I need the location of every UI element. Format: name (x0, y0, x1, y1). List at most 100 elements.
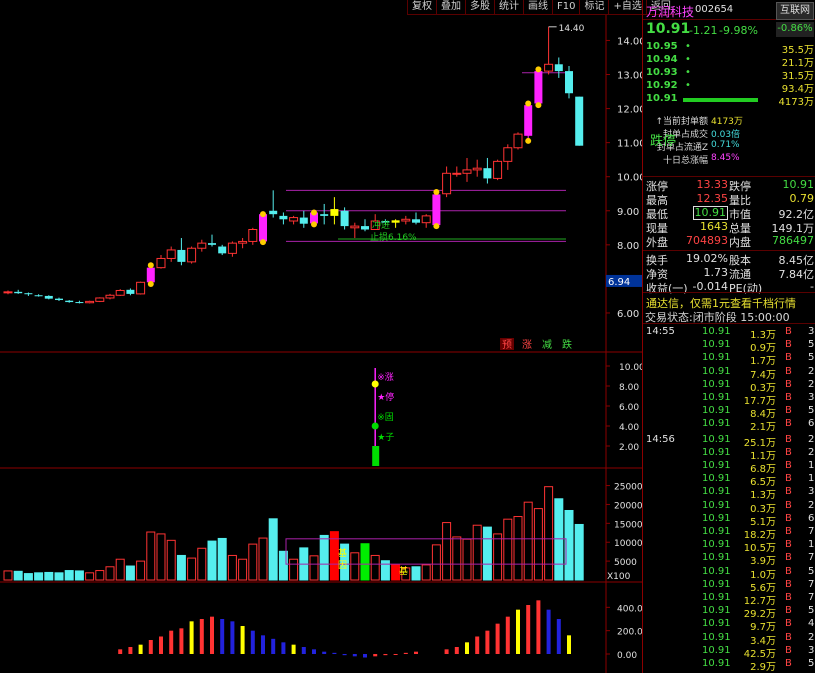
toolbar-item-7[interactable]: +自选 (608, 0, 645, 14)
toolbar-item-4[interactable]: 画线 (523, 0, 552, 14)
macd-bar (516, 609, 520, 654)
toolbar-item-6[interactable]: 标记 (579, 0, 608, 14)
entry-annotation: 冲进 (372, 219, 390, 231)
candle-body (208, 243, 216, 245)
tick-row[interactable]: 10.91 0.9万 B 5 (643, 339, 815, 354)
volume-bar (268, 518, 278, 581)
tick-row[interactable]: 10.91 3.9万 B 7 (643, 552, 815, 567)
tick-count: 3 (808, 486, 815, 498)
last-price: 10.91 (646, 21, 691, 37)
candle-body (34, 295, 43, 297)
tick-row[interactable]: 14:55 10.91 1.3万 B 3 (643, 326, 815, 341)
stop-loss-annotation: 止损6.16% (370, 231, 417, 243)
volume-bar (309, 555, 319, 581)
tick-count: 6 (808, 418, 815, 430)
candle-body (442, 172, 452, 195)
divider (643, 250, 815, 251)
quote-value: 10.91 (782, 178, 815, 191)
tick-row[interactable]: 10.91 1.3万 B 3 (643, 486, 815, 501)
candle-body (472, 167, 482, 171)
quote-value: 704893 (686, 234, 728, 247)
volume-bar (95, 570, 105, 581)
tick-row[interactable]: 10.91 1.0万 B 5 (643, 566, 815, 581)
tick-price: 10.91 (702, 446, 731, 458)
macd-bar (526, 605, 531, 654)
tick-row[interactable]: 10.91 7.4万 B 2 (643, 366, 815, 381)
macd-bar (495, 623, 500, 654)
price-change: -1.21 (689, 24, 718, 37)
tick-count: 4 (808, 618, 815, 630)
kline-svg[interactable]: 14.0013.0012.0011.0010.009.008.007.006.0… (0, 0, 642, 673)
tick-row[interactable]: 10.91 1.7万 B 5 (643, 352, 815, 367)
order-book-price: 10.95 (646, 41, 678, 52)
quote-value: 1643 (700, 220, 728, 233)
volume-bar (513, 516, 523, 581)
tick-row[interactable]: 10.91 5.1万 B 6 (643, 513, 815, 528)
indicator-label: ★停 (377, 391, 394, 403)
tick-row[interactable]: 10.91 2.1万 B 6 (643, 418, 815, 433)
macd-bar (546, 609, 551, 654)
toolbar-item-1[interactable]: 叠加 (436, 0, 465, 14)
tick-row[interactable]: 10.916.8万B12 (643, 460, 815, 475)
tick-row[interactable]: 10.91 8.4万 B 5 (643, 405, 815, 420)
tick-row[interactable]: 10.91 9.7万 B 4 (643, 618, 815, 633)
macd-bar (332, 652, 337, 654)
volume-unit: X100 (607, 572, 631, 582)
indicator-axis-label: 8.00 (619, 383, 639, 393)
tick-row[interactable]: 10.91 29.2万 B 5 (643, 605, 815, 620)
volume-bar (64, 570, 74, 581)
tick-row[interactable]: 10.91 5.6万 B 7 (643, 579, 815, 594)
toolbar-item-3[interactable]: 统计 (494, 0, 523, 14)
tick-row[interactable]: 10.91 12.7万 B 7 (643, 592, 815, 607)
tick-row[interactable]: 10.91 18.2万 B 7 (643, 526, 815, 541)
macd-bar (342, 654, 347, 656)
tick-row[interactable]: 10.91 2.9万 B 5 (643, 658, 815, 673)
tick-price: 10.91 (702, 405, 731, 417)
candle-body (299, 217, 308, 224)
tick-row[interactable]: 10.91 6.5万 B 1 (643, 473, 815, 488)
macd-bar (138, 644, 143, 654)
volume-bar (360, 543, 370, 581)
tick-row[interactable]: 10.91 0.3万 B 2 (643, 500, 815, 515)
kline-chart[interactable]: 14.0013.0012.0011.0010.009.008.007.006.0… (0, 0, 675, 673)
tick-row[interactable]: 10.91 1.1万 B 2 (643, 446, 815, 462)
tick-row[interactable]: 10.91 42.5万 B 3 (643, 645, 815, 660)
toolbar: 复权 叠加 多股 统计 画线 F10 标记 +自选 返回 (407, 0, 675, 15)
price-row: 10.91 -1.21 -9.98% -0.86% (643, 20, 815, 40)
toolbar-item-2[interactable]: 多股 (465, 0, 494, 14)
macd-axis-label: 400.0 (617, 604, 642, 614)
hulian-button[interactable]: 互联网 (776, 2, 814, 20)
quote-value: 1.73 (703, 266, 729, 279)
seal-row: ↑当前封单额 4173万 (643, 114, 815, 127)
price-marker-label: 6.94 (608, 277, 630, 288)
quote-label: PE(动) (729, 282, 763, 295)
order-book-bar (683, 98, 758, 102)
volume-bar (452, 536, 462, 581)
quote-row: 外盘 704893 内盘 786497 (643, 234, 815, 249)
volume-bar (197, 547, 207, 581)
candle-body (524, 105, 533, 136)
tick-row[interactable]: 10.91 0.3万 B 2 (643, 378, 815, 394)
toolbar-item-0[interactable]: 复权 (407, 0, 436, 14)
candle-body (401, 218, 411, 222)
candle-body (361, 226, 369, 230)
macd-bar (159, 636, 163, 654)
price-axis-label: 6.00 (617, 309, 639, 320)
macd-bar (271, 638, 276, 654)
volume-bar (258, 537, 268, 581)
tick-price: 10.91 (702, 378, 731, 390)
tick-count: 15 (808, 539, 815, 551)
tick-row[interactable]: 10.91 17.7万 B 3 (643, 392, 815, 407)
candle-body (432, 194, 441, 226)
tick-row[interactable]: 10.9110.5万B15 (643, 539, 815, 554)
volume-tag: 基 (399, 565, 408, 577)
tick-side: B (785, 552, 792, 564)
volume-bar (380, 560, 390, 581)
macd-bar (567, 635, 571, 654)
volume-axis-label: 5000 (614, 558, 637, 568)
candle-body (187, 247, 197, 263)
toolbar-item-5[interactable]: F10 (552, 0, 579, 14)
volume-bar (23, 573, 33, 581)
tick-row[interactable]: 10.91 3.4万 B 2 (643, 632, 815, 647)
tick-row[interactable]: 14:5610.9125.1万B22 (643, 434, 815, 449)
